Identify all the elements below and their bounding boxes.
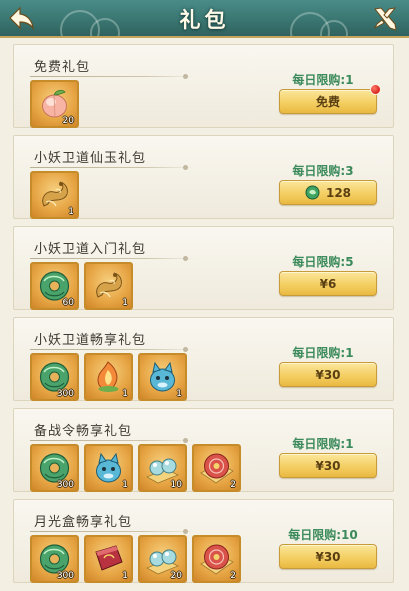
item-count: 300 — [56, 480, 74, 490]
title-divider — [30, 347, 196, 352]
reward-item-slot[interactable]: 300 — [30, 444, 79, 492]
item-count: 2 — [230, 571, 236, 581]
close-icon — [373, 7, 397, 31]
reward-item-slot[interactable]: 1 — [138, 353, 187, 401]
price-label: ¥30 — [315, 549, 341, 564]
reward-item-slot[interactable]: 1 — [30, 171, 79, 219]
buy-button[interactable]: ¥6 — [279, 271, 377, 296]
title-divider — [30, 256, 196, 261]
price-label: ¥6 — [319, 276, 337, 291]
buy-button[interactable]: 免费 — [279, 89, 377, 114]
reward-item-slot[interactable]: 20 — [30, 80, 79, 128]
reward-item-slot[interactable]: 300 — [30, 353, 79, 401]
buy-button[interactable]: ¥30 — [279, 362, 377, 387]
buy-button[interactable]: ¥30 — [279, 453, 377, 478]
reward-item-slot[interactable]: 10 — [138, 444, 187, 492]
daily-purchase-limit: 每日限购:1 — [292, 73, 354, 87]
title-divider — [30, 74, 196, 79]
item-count: 60 — [62, 298, 74, 308]
daily-purchase-limit: 每日限购:3 — [292, 164, 354, 178]
gift-pack-title: 月光盒畅享礼包 — [34, 515, 133, 530]
daily-purchase-limit: 每日限购:5 — [292, 255, 354, 269]
buy-button[interactable]: ¥30 — [279, 544, 377, 569]
gift-pack-card: 小妖卫道畅享礼包 300 1 1 每日限购:1 ¥30 — [13, 317, 394, 401]
title-divider — [30, 165, 196, 170]
top-bar: 礼包 — [0, 0, 409, 38]
item-count: 1 — [68, 207, 74, 217]
gift-pack-title: 小妖卫道畅享礼包 — [34, 333, 147, 348]
reward-item-slot[interactable]: 300 — [30, 535, 79, 583]
price-label: ¥30 — [315, 458, 341, 473]
item-count: 1 — [122, 480, 128, 490]
item-count: 1 — [176, 389, 182, 399]
item-count: 20 — [170, 571, 182, 581]
gift-pack-card: 备战令畅享礼包 300 1 10 2 每日限购:1 ¥30 — [13, 408, 394, 492]
reward-item-slot[interactable]: 1 — [84, 262, 133, 310]
item-count: 300 — [56, 571, 74, 581]
daily-purchase-limit: 每日限购:10 — [288, 528, 358, 542]
reward-item-slot[interactable]: 1 — [84, 444, 133, 492]
reward-item-slot[interactable]: 1 — [84, 353, 133, 401]
daily-purchase-limit: 每日限购:1 — [292, 437, 354, 451]
notification-dot — [370, 84, 381, 95]
item-count: 300 — [56, 389, 74, 399]
page-title: 礼包 — [179, 7, 230, 32]
price-label: 免费 — [315, 95, 340, 109]
price-label: 128 — [325, 185, 352, 200]
gift-pack-list[interactable]: 免费礼包 20 每日限购:1 免费小妖卫道仙玉礼包 1 每日限购:3 128 小妖卫道入门礼包… — [13, 44, 394, 591]
reward-item-slot[interactable]: 1 — [84, 535, 133, 583]
reward-item-slot[interactable]: 20 — [138, 535, 187, 583]
reward-item-slot[interactable]: 2 — [192, 535, 241, 583]
gift-pack-title: 小妖卫道入门礼包 — [34, 242, 147, 257]
item-count: 1 — [122, 389, 128, 399]
gift-pack-card: 小妖卫道仙玉礼包 1 每日限购:3 128 — [13, 135, 394, 219]
gift-pack-card: 小妖卫道入门礼包 60 1 每日限购:5 ¥6 — [13, 226, 394, 310]
item-count: 1 — [122, 298, 128, 308]
item-count: 2 — [230, 480, 236, 490]
item-count: 10 — [170, 480, 182, 490]
title-divider — [30, 438, 196, 443]
gift-pack-title: 免费礼包 — [34, 60, 91, 75]
buy-button[interactable]: 128 — [279, 180, 377, 205]
reward-item-slot[interactable]: 2 — [192, 444, 241, 492]
item-count: 1 — [122, 571, 128, 581]
gift-pack-card: 月光盒畅享礼包 300 1 20 2 每日限购:10 ¥30 — [13, 499, 394, 583]
title-divider — [30, 529, 196, 534]
price-label: ¥30 — [315, 367, 341, 382]
gift-pack-card: 免费礼包 20 每日限购:1 免费 — [13, 44, 394, 128]
reward-item-slot[interactable]: 60 — [30, 262, 79, 310]
close-button[interactable] — [371, 4, 399, 32]
gift-pack-title: 小妖卫道仙玉礼包 — [34, 151, 147, 166]
gift-pack-title: 备战令畅享礼包 — [34, 424, 133, 439]
daily-purchase-limit: 每日限购:1 — [292, 346, 354, 360]
item-count: 20 — [62, 116, 74, 126]
jade-currency-icon — [305, 185, 320, 200]
